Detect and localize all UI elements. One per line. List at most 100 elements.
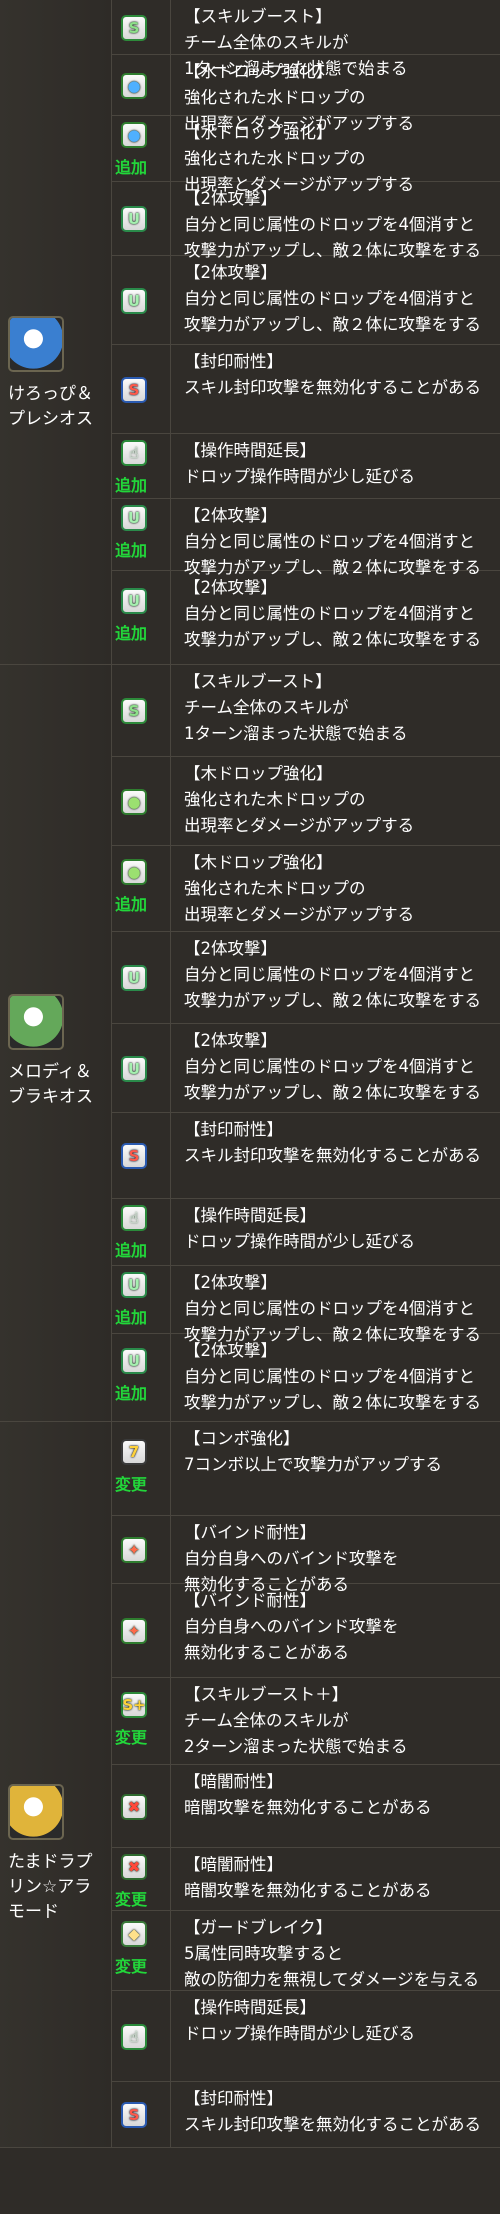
awakening-title: 【ガードブレイク】 — [184, 1918, 333, 1937]
awakening-row: ☝ 追加 【操作時間延長】ドロップ操作時間が少し延びる — [112, 434, 500, 499]
awakening-row: S 【封印耐性】 スキル封印攻撃を無効化することがある — [112, 1113, 500, 1199]
awakening-icon-cell: ● — [112, 55, 171, 115]
bind-resist-icon[interactable]: ✦ — [121, 1537, 147, 1563]
combo-enhance-icon[interactable]: 7 — [121, 1439, 147, 1465]
two-pronged-attack-icon[interactable]: U — [121, 1055, 147, 1082]
awakening-title: 【操作時間延長】 — [184, 441, 316, 460]
skill-boost-icon[interactable]: S — [121, 14, 147, 41]
time-extend-icon[interactable]: ☝ — [121, 1205, 147, 1231]
awakening-text: 【スキルブースト＋】チーム全体のスキルが 2ターン溜まった状態で始まる — [184, 1682, 496, 1760]
awakening-description: チーム全体のスキルが 2ターン溜まった状態で始まる — [184, 1711, 408, 1756]
monster-name: たまドラプ リン☆アラ モード — [8, 1852, 93, 1922]
awakening-icon-cell: U 追加 — [112, 1334, 171, 1421]
awakening-icon-cell: ✦ — [112, 1584, 171, 1677]
awakening-icon-cell: S — [112, 345, 171, 433]
awakening-title: 【バインド耐性】 — [184, 1591, 316, 1610]
keroppi-plesios-icon[interactable] — [8, 316, 64, 372]
two-pronged-attack-icon[interactable]: U — [121, 505, 147, 531]
monster-cell: けろっぴ＆ プレシオス — [0, 0, 112, 665]
two-pronged-attack-icon[interactable]: U — [121, 206, 147, 232]
awakening-text: 【封印耐性】 スキル封印攻撃を無効化することがある — [184, 2086, 496, 2138]
water-drop-enhance-icon[interactable]: ● — [121, 122, 147, 148]
awakening-icon-cell: ☝ 追加 — [112, 434, 171, 498]
awakening-row: U 【2体攻撃】 自分と同じ属性のドロップを4個消すと 攻撃力がアップし、敵２体に攻… — [112, 182, 500, 260]
awakening-text: 【2体攻撃】 自分と同じ属性のドロップを4個消すと 攻撃力がアップし、敵２体に攻撃… — [184, 1338, 496, 1416]
awakening-text: 【暗闇耐性】 暗闇攻撃を無効化することがある — [184, 1852, 496, 1904]
tamadra-purin-icon[interactable] — [8, 1784, 64, 1840]
awakening-tag: 追加 — [115, 1241, 148, 1260]
awakening-title: 【2体攻撃】 — [184, 263, 277, 282]
awakening-title: 【暗闇耐性】 — [184, 1772, 283, 1791]
two-pronged-attack-icon[interactable]: U — [121, 287, 147, 314]
awakening-description: 自分と同じ属性のドロップを4個消すと 攻撃力がアップし、敵２体に攻撃をする — [184, 604, 481, 649]
melody-brachios-icon[interactable] — [8, 994, 64, 1050]
blind-resist-icon[interactable]: ✖ — [121, 1854, 147, 1880]
awakening-title: 【封印耐性】 — [184, 352, 283, 371]
awakening-row: ● 【水ドロップ強化】 強化された水ドロップの 出現率とダメージがアップする — [112, 55, 500, 133]
awakening-row: U 追加 【2体攻撃】 自分と同じ属性のドロップを4個消すと 攻撃力がアップし、敵２体… — [112, 499, 500, 577]
awakening-text: 【2体攻撃】 自分と同じ属性のドロップを4個消すと 攻撃力がアップし、敵２体に攻撃… — [184, 936, 496, 1014]
awakening-icon-cell: ◆ 変更 — [112, 1911, 171, 1990]
two-pronged-attack-icon[interactable]: U — [121, 588, 147, 614]
wood-drop-enhance-icon[interactable]: ● — [121, 788, 147, 815]
skill-boost-icon[interactable]: S — [121, 698, 147, 724]
monster-name: けろっぴ＆ プレシオス — [8, 384, 93, 429]
skill-bind-resist-icon[interactable]: S — [121, 376, 147, 403]
awakening-icon-cell: S — [112, 1113, 171, 1198]
awakening-title: 【2体攻撃】 — [184, 189, 277, 208]
awakening-tag: 追加 — [115, 541, 148, 560]
awakening-description: スキル封印攻撃を無効化することがある — [184, 378, 481, 397]
time-extend-icon[interactable]: ☝ — [121, 2023, 147, 2050]
awakening-title: 【暗闇耐性】 — [184, 1855, 283, 1874]
two-pronged-attack-icon[interactable]: U — [121, 1272, 147, 1298]
awakening-icon-cell: U — [112, 1024, 171, 1112]
awakening-icon-cell: S — [112, 0, 171, 54]
guard-break-icon[interactable]: ◆ — [121, 1921, 147, 1947]
awakening-description: チーム全体のスキルが 1ターン溜まった状態で始まる — [184, 698, 408, 743]
awakening-tag: 追加 — [115, 1384, 148, 1403]
awakening-description: 自分と同じ属性のドロップを4個消すと 攻撃力がアップし、敵２体に攻撃をする — [184, 1057, 481, 1102]
awakening-tag: 変更 — [115, 1727, 148, 1747]
awakening-row: ✖ 【暗闇耐性】 暗闇攻撃を無効化することがある — [112, 1765, 500, 1848]
blind-resist-icon[interactable]: ✖ — [121, 1793, 147, 1820]
awakening-description: スキル封印攻撃を無効化することがある — [184, 1146, 481, 1165]
awakening-description: ドロップ操作時間が少し延びる — [184, 1232, 415, 1251]
skill-bind-resist-icon[interactable]: S — [121, 1143, 147, 1169]
awakening-table: けろっぴ＆ プレシオス メロディ＆ ブラキオス たまドラプ リン☆アラ モード S 【ス… — [0, 0, 500, 2214]
awakening-text: 【2体攻撃】 自分と同じ属性のドロップを4個消すと 攻撃力がアップし、敵２体に攻撃… — [184, 503, 496, 581]
awakening-description: 強化された木ドロップの 出現率とダメージがアップする — [184, 790, 415, 835]
awakening-title: 【2体攻撃】 — [184, 578, 277, 597]
awakening-title: 【スキルブースト＋】 — [184, 1685, 349, 1704]
bind-resist-icon[interactable]: ✦ — [121, 1618, 147, 1644]
two-pronged-attack-icon[interactable]: U — [121, 965, 147, 991]
awakening-row: S 【封印耐性】スキル封印攻撃を無効化することがある — [112, 345, 500, 434]
awakening-text: 【封印耐性】スキル封印攻撃を無効化することがある — [184, 349, 496, 401]
wood-drop-enhance-icon[interactable]: ● — [121, 859, 147, 885]
awakening-description: ドロップ操作時間が少し延びる — [184, 467, 415, 486]
awakening-tag: 追加 — [115, 624, 148, 643]
monster-name: メロディ＆ ブラキオス — [8, 1062, 93, 1107]
awakening-row: S 【スキルブースト】 チーム全体のスキルが 1ターン溜まった状態で始まる — [112, 665, 500, 757]
skill-boost-plus-icon[interactable]: S+ — [121, 1691, 147, 1718]
awakening-description: 7コンボ以上で攻撃力がアップする — [184, 1455, 442, 1474]
awakening-icon-cell: U — [112, 182, 171, 255]
awakening-icon-cell: U — [112, 932, 171, 1023]
awakening-row: ✖ 変更 【暗闇耐性】 暗闇攻撃を無効化することがある — [112, 1848, 500, 1911]
skill-bind-resist-icon[interactable]: S — [121, 2102, 147, 2128]
awakening-icon-cell: U 追加 — [112, 499, 171, 570]
water-drop-enhance-icon[interactable]: ● — [121, 72, 147, 99]
awakening-title: 【スキルブースト】 — [184, 7, 332, 26]
awakening-icon-cell: ● 追加 — [112, 116, 171, 181]
awakening-tag: 追加 — [115, 1308, 148, 1327]
awakening-row: U 【2体攻撃】 自分と同じ属性のドロップを4個消すと 攻撃力がアップし、敵２体に攻… — [112, 1024, 500, 1113]
awakening-row: U 【2体攻撃】 自分と同じ属性のドロップを4個消すと 攻撃力がアップし、敵２体に攻… — [112, 256, 500, 345]
awakening-row: ☝ 【操作時間延長】 ドロップ操作時間が少し延びる — [112, 1991, 500, 2082]
awakening-title: 【操作時間延長】 — [184, 1998, 316, 2017]
two-pronged-attack-icon[interactable]: U — [121, 1348, 147, 1374]
awakening-row: ☝ 追加 【操作時間延長】 ドロップ操作時間が少し延びる — [112, 1199, 500, 1266]
awakening-text: 【2体攻撃】 自分と同じ属性のドロップを4個消すと 攻撃力がアップし、敵２体に攻撃… — [184, 186, 496, 264]
time-extend-icon[interactable]: ☝ — [121, 440, 147, 466]
awakening-row: ✦ 【バインド耐性】 自分自身へのバインド攻撃を 無効化することがある — [112, 1516, 500, 1594]
awakening-title: 【木ドロップ強化】 — [184, 764, 333, 783]
awakening-text: 【ガードブレイク】 5属性同時攻撃すると 敵の防御力を無視してダメージを与える — [184, 1915, 496, 1993]
